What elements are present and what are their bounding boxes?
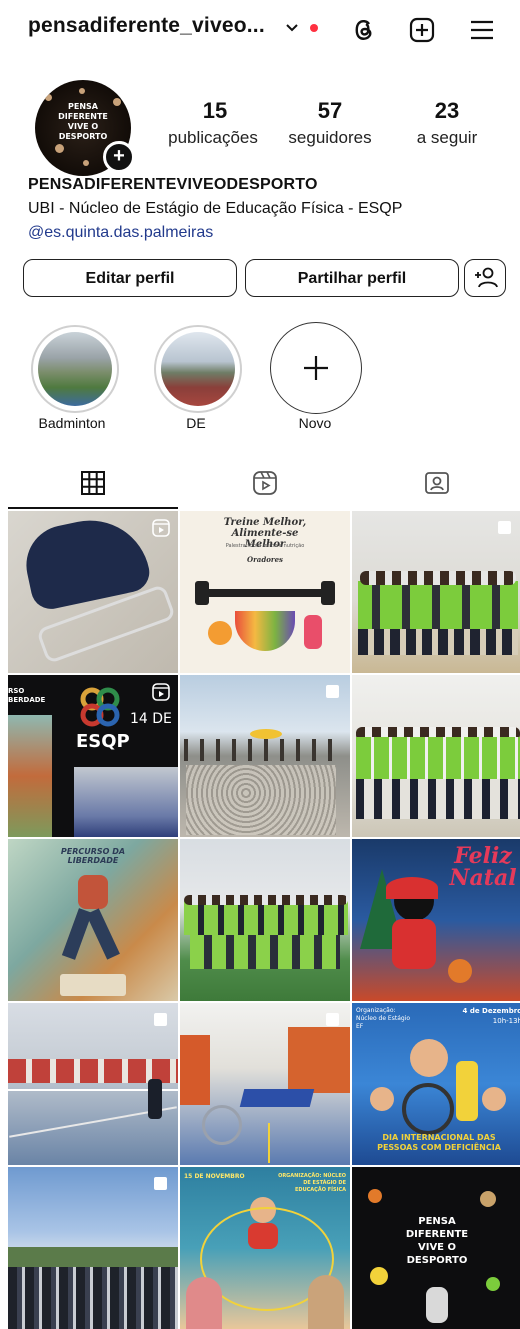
post-tile[interactable]: PENSA DIFERENTE VIVE O DESPORTO (352, 1167, 520, 1329)
add-person-button[interactable] (464, 259, 506, 297)
post-date: 14 DE (130, 711, 172, 727)
stat-following-count[interactable]: 23 (387, 98, 507, 124)
add-person-icon (475, 267, 498, 288)
carousel-icon (154, 1013, 167, 1026)
profile-name: PENSADIFERENTEVIVEODESPORTO (28, 176, 318, 193)
reel-icon (152, 519, 170, 537)
profile-username[interactable]: pensadiferente_viveo... (28, 14, 265, 38)
post-tile[interactable]: Organização: Núcleo de Estágio EF 4 de D… (352, 1003, 520, 1165)
threads-icon[interactable] (350, 16, 378, 44)
stat-followers-count[interactable]: 57 (270, 98, 390, 124)
active-tab-indicator (8, 507, 178, 509)
post-tile[interactable]: ESQP 14 DE RSO BERDADE (8, 675, 178, 837)
post-date: 4 de Dezembro (462, 1007, 520, 1015)
edit-profile-button[interactable]: Editar perfil (23, 259, 237, 297)
post-date: 15 DE NOVEMBRO (184, 1173, 245, 1180)
highlight-label[interactable]: DE (136, 415, 256, 431)
chevron-down-icon[interactable] (284, 20, 300, 36)
reels-icon[interactable] (252, 470, 278, 496)
highlight-badminton[interactable] (31, 325, 119, 413)
post-tile[interactable] (352, 675, 520, 837)
post-org: ORGANIZAÇÃO: NÚCLEO DE ESTÁGIO DE EDUCAÇ… (278, 1173, 346, 1193)
post-tile[interactable]: Feliz Natal (352, 839, 520, 1001)
share-profile-button[interactable]: Partilhar perfil (245, 259, 459, 297)
new-highlight-button[interactable] (270, 322, 362, 414)
carousel-icon (326, 685, 339, 698)
post-tile[interactable] (352, 511, 520, 673)
post-tile[interactable]: Treine Melhor, Alimente-se Melhor Palest… (180, 511, 350, 673)
post-text: PENSA DIFERENTE VIVE O DESPORTO (405, 1216, 469, 1266)
post-tile[interactable] (180, 675, 350, 837)
stat-posts-count[interactable]: 15 (155, 98, 275, 124)
tagged-icon[interactable] (424, 470, 450, 496)
carousel-icon (154, 1177, 167, 1190)
highlight-de[interactable] (154, 325, 242, 413)
menu-icon[interactable] (468, 16, 496, 44)
post-tile[interactable] (8, 511, 178, 673)
post-tile[interactable] (8, 1167, 178, 1329)
highlight-label[interactable]: Novo (255, 415, 375, 431)
esqp-logo-icon (80, 687, 120, 727)
post-title: Feliz Natal (449, 843, 517, 891)
profile-bio: UBI - Núcleo de Estágio de Educação Físi… (28, 200, 403, 217)
highlight-label[interactable]: Badminton (12, 415, 132, 431)
post-tile[interactable]: PERCURSO DA LIBERDADE (8, 839, 178, 1001)
post-subtitle: Palestra sobre treino e nutrição (225, 543, 305, 549)
profile-link[interactable]: @es.quinta.das.palmeiras (28, 224, 213, 242)
post-tile[interactable]: 15 DE NOVEMBRO ORGANIZAÇÃO: NÚCLEO DE ES… (180, 1167, 350, 1329)
notification-dot (310, 24, 318, 32)
post-header: Organização: Núcleo de Estágio EF (356, 1007, 411, 1030)
plus-icon (304, 356, 328, 380)
post-speakers-label: Oradores (247, 555, 283, 564)
post-footer: DIA INTERNACIONAL DAS PESSOAS COM DEFICI… (377, 1133, 501, 1152)
post-side-text: RSO BERDADE (8, 687, 46, 704)
carousel-icon (326, 1013, 339, 1026)
post-logo-text: ESQP (76, 731, 130, 752)
grid-icon[interactable] (80, 470, 106, 496)
reel-icon (152, 683, 170, 701)
new-post-icon[interactable] (408, 16, 436, 44)
add-story-icon[interactable]: + (103, 141, 135, 173)
carousel-icon (498, 521, 511, 534)
post-title: PERCURSO DA LIBERDADE (60, 847, 126, 865)
post-tile[interactable] (8, 1003, 178, 1165)
stat-following-label[interactable]: a seguir (377, 128, 517, 148)
avatar-text: PENSA DIFERENTE VIVE O DESPORTO (58, 102, 108, 141)
post-tile[interactable] (180, 839, 350, 1001)
post-tile[interactable] (180, 1003, 350, 1165)
post-time: 10h-13h (492, 1017, 520, 1025)
